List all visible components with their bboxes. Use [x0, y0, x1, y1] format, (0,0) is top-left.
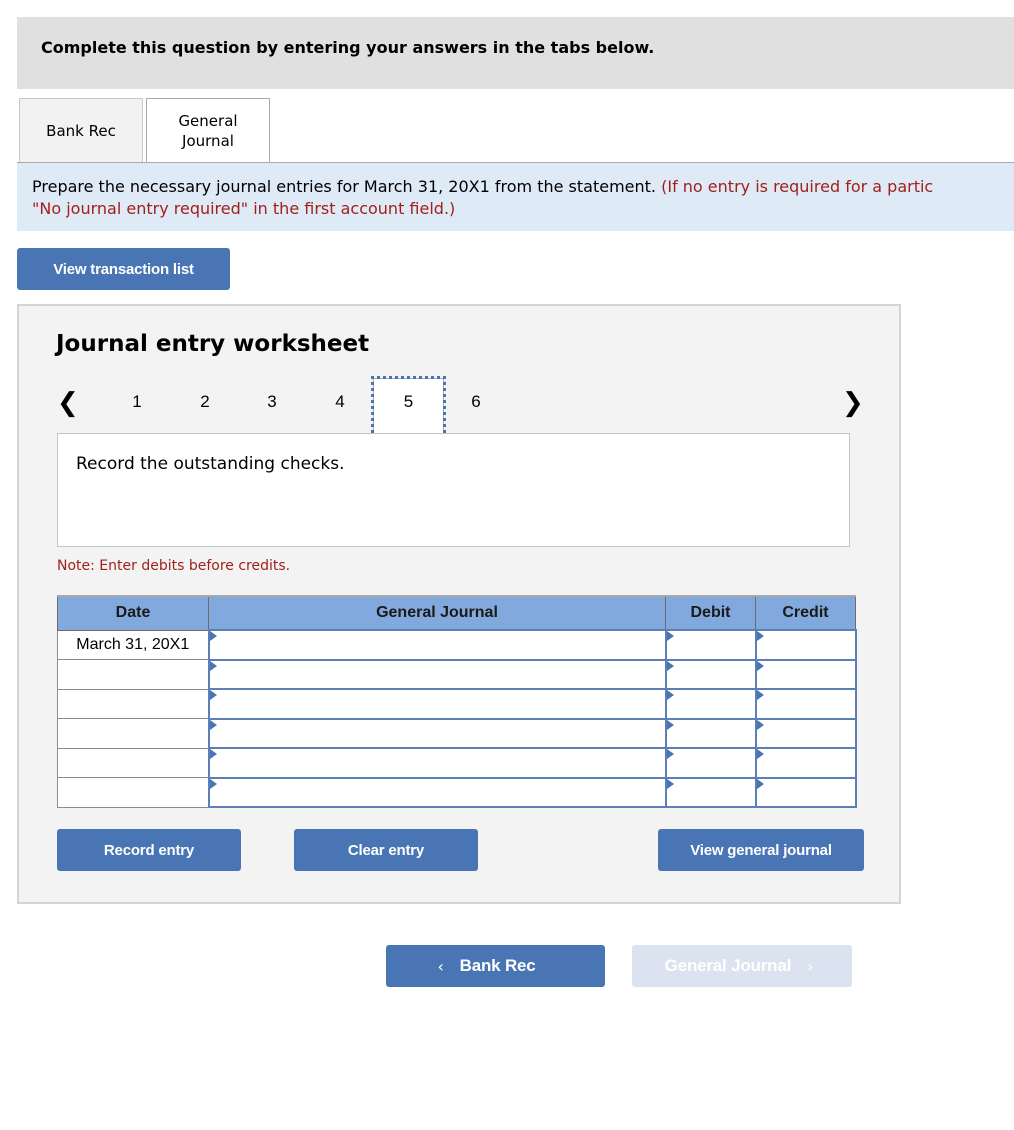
page-4[interactable]: 4: [325, 392, 355, 412]
prompt-hint-continued: "No journal entry required" in the first…: [32, 199, 456, 218]
date-cell: March 31, 20X1: [57, 629, 209, 660]
prev-tab-label: Bank Rec: [459, 956, 536, 975]
tab-label-line1: General: [178, 112, 238, 130]
page-1[interactable]: 1: [122, 392, 152, 412]
debit-input[interactable]: [664, 688, 757, 720]
page-5-active[interactable]: 5: [371, 376, 446, 439]
date-cell: [57, 747, 209, 778]
question-prompt: Prepare the necessary journal entries fo…: [17, 163, 1014, 231]
table-row: [57, 747, 857, 779]
header-general-journal: General Journal: [208, 595, 666, 631]
entry-note: Note: Enter debits before credits.: [57, 558, 291, 574]
credit-input[interactable]: [754, 688, 857, 720]
credit-input[interactable]: [754, 658, 857, 690]
journal-entry-worksheet: Journal entry worksheet ❮ 1 2 3 4 5 6 ❯ …: [17, 304, 901, 904]
next-tab-button-disabled: General Journal ›: [632, 945, 852, 987]
date-cell: [57, 718, 209, 749]
view-transaction-list-button[interactable]: View transaction list: [17, 248, 230, 290]
debit-input[interactable]: [664, 747, 757, 779]
table-row: [57, 658, 857, 690]
credit-input[interactable]: [754, 776, 857, 808]
chevron-left-icon: ‹: [437, 956, 444, 976]
entry-pager: ❮ 1 2 3 4 5 6 ❯: [19, 376, 899, 439]
date-cell: [57, 777, 209, 808]
debit-input[interactable]: [664, 717, 757, 749]
chevron-left-icon[interactable]: ❮: [57, 388, 79, 418]
account-input[interactable]: [207, 688, 667, 720]
tab-label-line2: Journal: [182, 132, 234, 150]
credit-input[interactable]: [754, 629, 857, 661]
header-credit: Credit: [755, 595, 856, 631]
next-tab-label: General Journal: [664, 956, 792, 975]
table-row: [57, 776, 857, 808]
credit-input[interactable]: [754, 717, 857, 749]
tab-general-journal[interactable]: General Journal: [146, 98, 270, 163]
instruction-text: Complete this question by entering your …: [41, 38, 655, 57]
page-6[interactable]: 6: [461, 392, 491, 412]
date-cell: [57, 688, 209, 719]
entry-description: Record the outstanding checks.: [57, 433, 850, 547]
view-general-journal-button[interactable]: View general journal: [658, 829, 864, 871]
debit-input[interactable]: [664, 658, 757, 690]
account-input[interactable]: [207, 776, 667, 808]
account-input[interactable]: [207, 629, 667, 661]
table-row: March 31, 20X1: [57, 629, 857, 661]
table-header-row: Date General Journal Debit Credit: [57, 595, 856, 631]
debit-input[interactable]: [664, 629, 757, 661]
account-input[interactable]: [207, 658, 667, 690]
table-row: [57, 717, 857, 749]
prev-tab-button[interactable]: ‹ Bank Rec: [386, 945, 605, 987]
worksheet-title: Journal entry worksheet: [56, 331, 370, 357]
date-cell: [57, 659, 209, 690]
header-date: Date: [57, 595, 209, 631]
account-input[interactable]: [207, 717, 667, 749]
page-3[interactable]: 3: [257, 392, 287, 412]
tab-label: Bank Rec: [46, 121, 116, 140]
page-2[interactable]: 2: [190, 392, 220, 412]
chevron-right-icon[interactable]: ❯: [842, 388, 864, 418]
tab-label: General Journal: [178, 111, 237, 151]
account-input[interactable]: [207, 747, 667, 779]
tab-bank-rec[interactable]: Bank Rec: [19, 98, 143, 162]
journal-table: Date General Journal Debit Credit March …: [57, 595, 857, 808]
record-entry-button[interactable]: Record entry: [57, 829, 241, 871]
entry-description-text: Record the outstanding checks.: [76, 454, 345, 474]
debit-input[interactable]: [664, 776, 757, 808]
credit-input[interactable]: [754, 747, 857, 779]
prompt-hint: (If no entry is required for a partic: [661, 177, 934, 196]
chevron-right-icon: ›: [807, 956, 814, 976]
table-row: [57, 688, 857, 720]
prompt-text: Prepare the necessary journal entries fo…: [32, 177, 657, 196]
instruction-bar: Complete this question by entering your …: [17, 17, 1014, 89]
clear-entry-button[interactable]: Clear entry: [294, 829, 478, 871]
header-debit: Debit: [665, 595, 756, 631]
